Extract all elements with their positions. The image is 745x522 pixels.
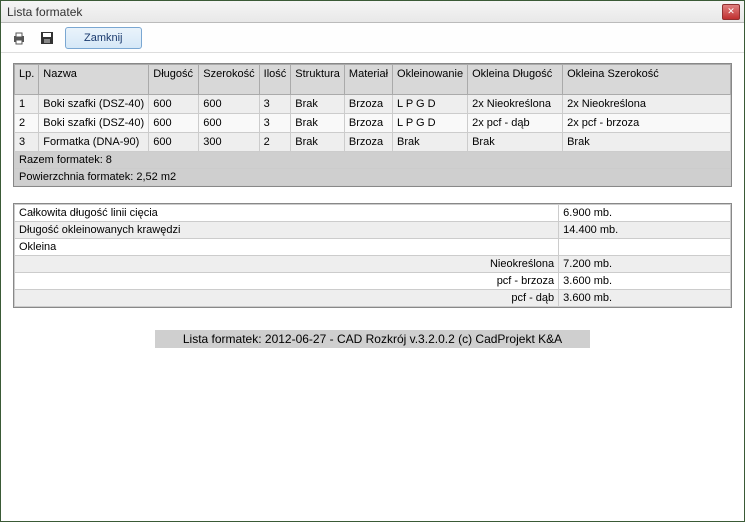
col-material: Materiał <box>344 65 392 95</box>
cell-dl: 600 <box>149 114 199 133</box>
cell-nazwa: Boki szafki (DSZ-40) <box>39 114 149 133</box>
stats-value: 6.900 mb. <box>559 205 731 222</box>
cell-lp: 3 <box>15 133 39 152</box>
stats-sub-label: pcf - dąb <box>15 290 559 307</box>
cell-okl: Brak <box>393 133 468 152</box>
cell-nazwa: Boki szafki (DSZ-40) <box>39 95 149 114</box>
cell-mat: Brzoza <box>344 133 392 152</box>
col-ilosc: Ilość <box>259 65 291 95</box>
stats-row: Długość okleinowanych krawędzi14.400 mb. <box>15 222 731 239</box>
formatki-table: Lp. Nazwa Długość Szerokość Ilość Strukt… <box>14 64 731 186</box>
stats-sub-value: 3.600 mb. <box>559 290 731 307</box>
cell-il: 3 <box>259 95 291 114</box>
cell-okl_sz: 2x Nieokreślona <box>563 95 731 114</box>
stats-panel: Całkowita długość linii cięcia6.900 mb.D… <box>13 203 732 308</box>
footer-text: Lista formatek: 2012-06-27 - CAD Rozkrój… <box>155 330 590 348</box>
stats-sub-label: Nieokreślona <box>15 256 559 273</box>
stats-value <box>559 239 731 256</box>
table-row: 3Formatka (DNA-90)6003002BrakBrzozaBrakB… <box>15 133 731 152</box>
stats-sub-row: pcf - dąb3.600 mb. <box>15 290 731 307</box>
stats-sub-row: Nieokreślona7.200 mb. <box>15 256 731 273</box>
cell-okl_dl: 2x Nieokreślona <box>468 95 563 114</box>
titlebar: Lista formatek ✕ <box>1 1 744 23</box>
col-okleinowanie: Okleinowanie <box>393 65 468 95</box>
content: Lp. Nazwa Długość Szerokość Ilość Strukt… <box>1 53 744 521</box>
col-lp: Lp. <box>15 65 39 95</box>
cell-il: 3 <box>259 114 291 133</box>
window-title: Lista formatek <box>5 5 722 19</box>
stats-row: Całkowita długość linii cięcia6.900 mb. <box>15 205 731 222</box>
cell-str: Brak <box>291 133 345 152</box>
cell-il: 2 <box>259 133 291 152</box>
cell-lp: 2 <box>15 114 39 133</box>
save-icon[interactable] <box>37 28 57 48</box>
stats-sub-row: pcf - brzoza3.600 mb. <box>15 273 731 290</box>
table-row: 2Boki szafki (DSZ-40)6006003BrakBrzozaL … <box>15 114 731 133</box>
cell-sz: 300 <box>199 133 259 152</box>
col-okleina-dl: Okleina Długość <box>468 65 563 95</box>
stats-sub-label: pcf - brzoza <box>15 273 559 290</box>
cell-okl_dl: Brak <box>468 133 563 152</box>
cell-okl_sz: Brak <box>563 133 731 152</box>
cell-lp: 1 <box>15 95 39 114</box>
col-nazwa: Nazwa <box>39 65 149 95</box>
col-dlugosc: Długość <box>149 65 199 95</box>
cell-okl: L P G D <box>393 95 468 114</box>
stats-sub-value: 7.200 mb. <box>559 256 731 273</box>
summary-area: Powierzchnia formatek: 2,52 m2 <box>15 169 731 186</box>
main-table-panel: Lp. Nazwa Długość Szerokość Ilość Strukt… <box>13 63 732 187</box>
cell-mat: Brzoza <box>344 95 392 114</box>
col-okleina-sz: Okleina Szerokość <box>563 65 731 95</box>
stats-label: Całkowita długość linii cięcia <box>15 205 559 222</box>
col-struktura: Struktura <box>291 65 345 95</box>
cell-okl_dl: 2x pcf - dąb <box>468 114 563 133</box>
window: Lista formatek ✕ Zamknij Lp. Nazwa Długo… <box>0 0 745 522</box>
stats-sub-value: 3.600 mb. <box>559 273 731 290</box>
cell-mat: Brzoza <box>344 114 392 133</box>
toolbar: Zamknij <box>1 23 744 53</box>
table-row: 1Boki szafki (DSZ-40)6006003BrakBrzozaL … <box>15 95 731 114</box>
cell-sz: 600 <box>199 95 259 114</box>
stats-label: Długość okleinowanych krawędzi <box>15 222 559 239</box>
stats-table: Całkowita długość linii cięcia6.900 mb.D… <box>14 204 731 307</box>
cell-dl: 600 <box>149 95 199 114</box>
cell-str: Brak <box>291 114 345 133</box>
cell-okl_sz: 2x pcf - brzoza <box>563 114 731 133</box>
close-icon[interactable]: ✕ <box>722 4 740 20</box>
stats-value: 14.400 mb. <box>559 222 731 239</box>
col-szerokosc: Szerokość <box>199 65 259 95</box>
cell-str: Brak <box>291 95 345 114</box>
cell-dl: 600 <box>149 133 199 152</box>
summary-count: Razem formatek: 8 <box>15 152 731 169</box>
cell-okl: L P G D <box>393 114 468 133</box>
stats-label: Okleina <box>15 239 559 256</box>
footer: Lista formatek: 2012-06-27 - CAD Rozkrój… <box>13 330 732 348</box>
stats-row: Okleina <box>15 239 731 256</box>
print-icon[interactable] <box>9 28 29 48</box>
cell-nazwa: Formatka (DNA-90) <box>39 133 149 152</box>
cell-sz: 600 <box>199 114 259 133</box>
close-button[interactable]: Zamknij <box>65 27 142 49</box>
